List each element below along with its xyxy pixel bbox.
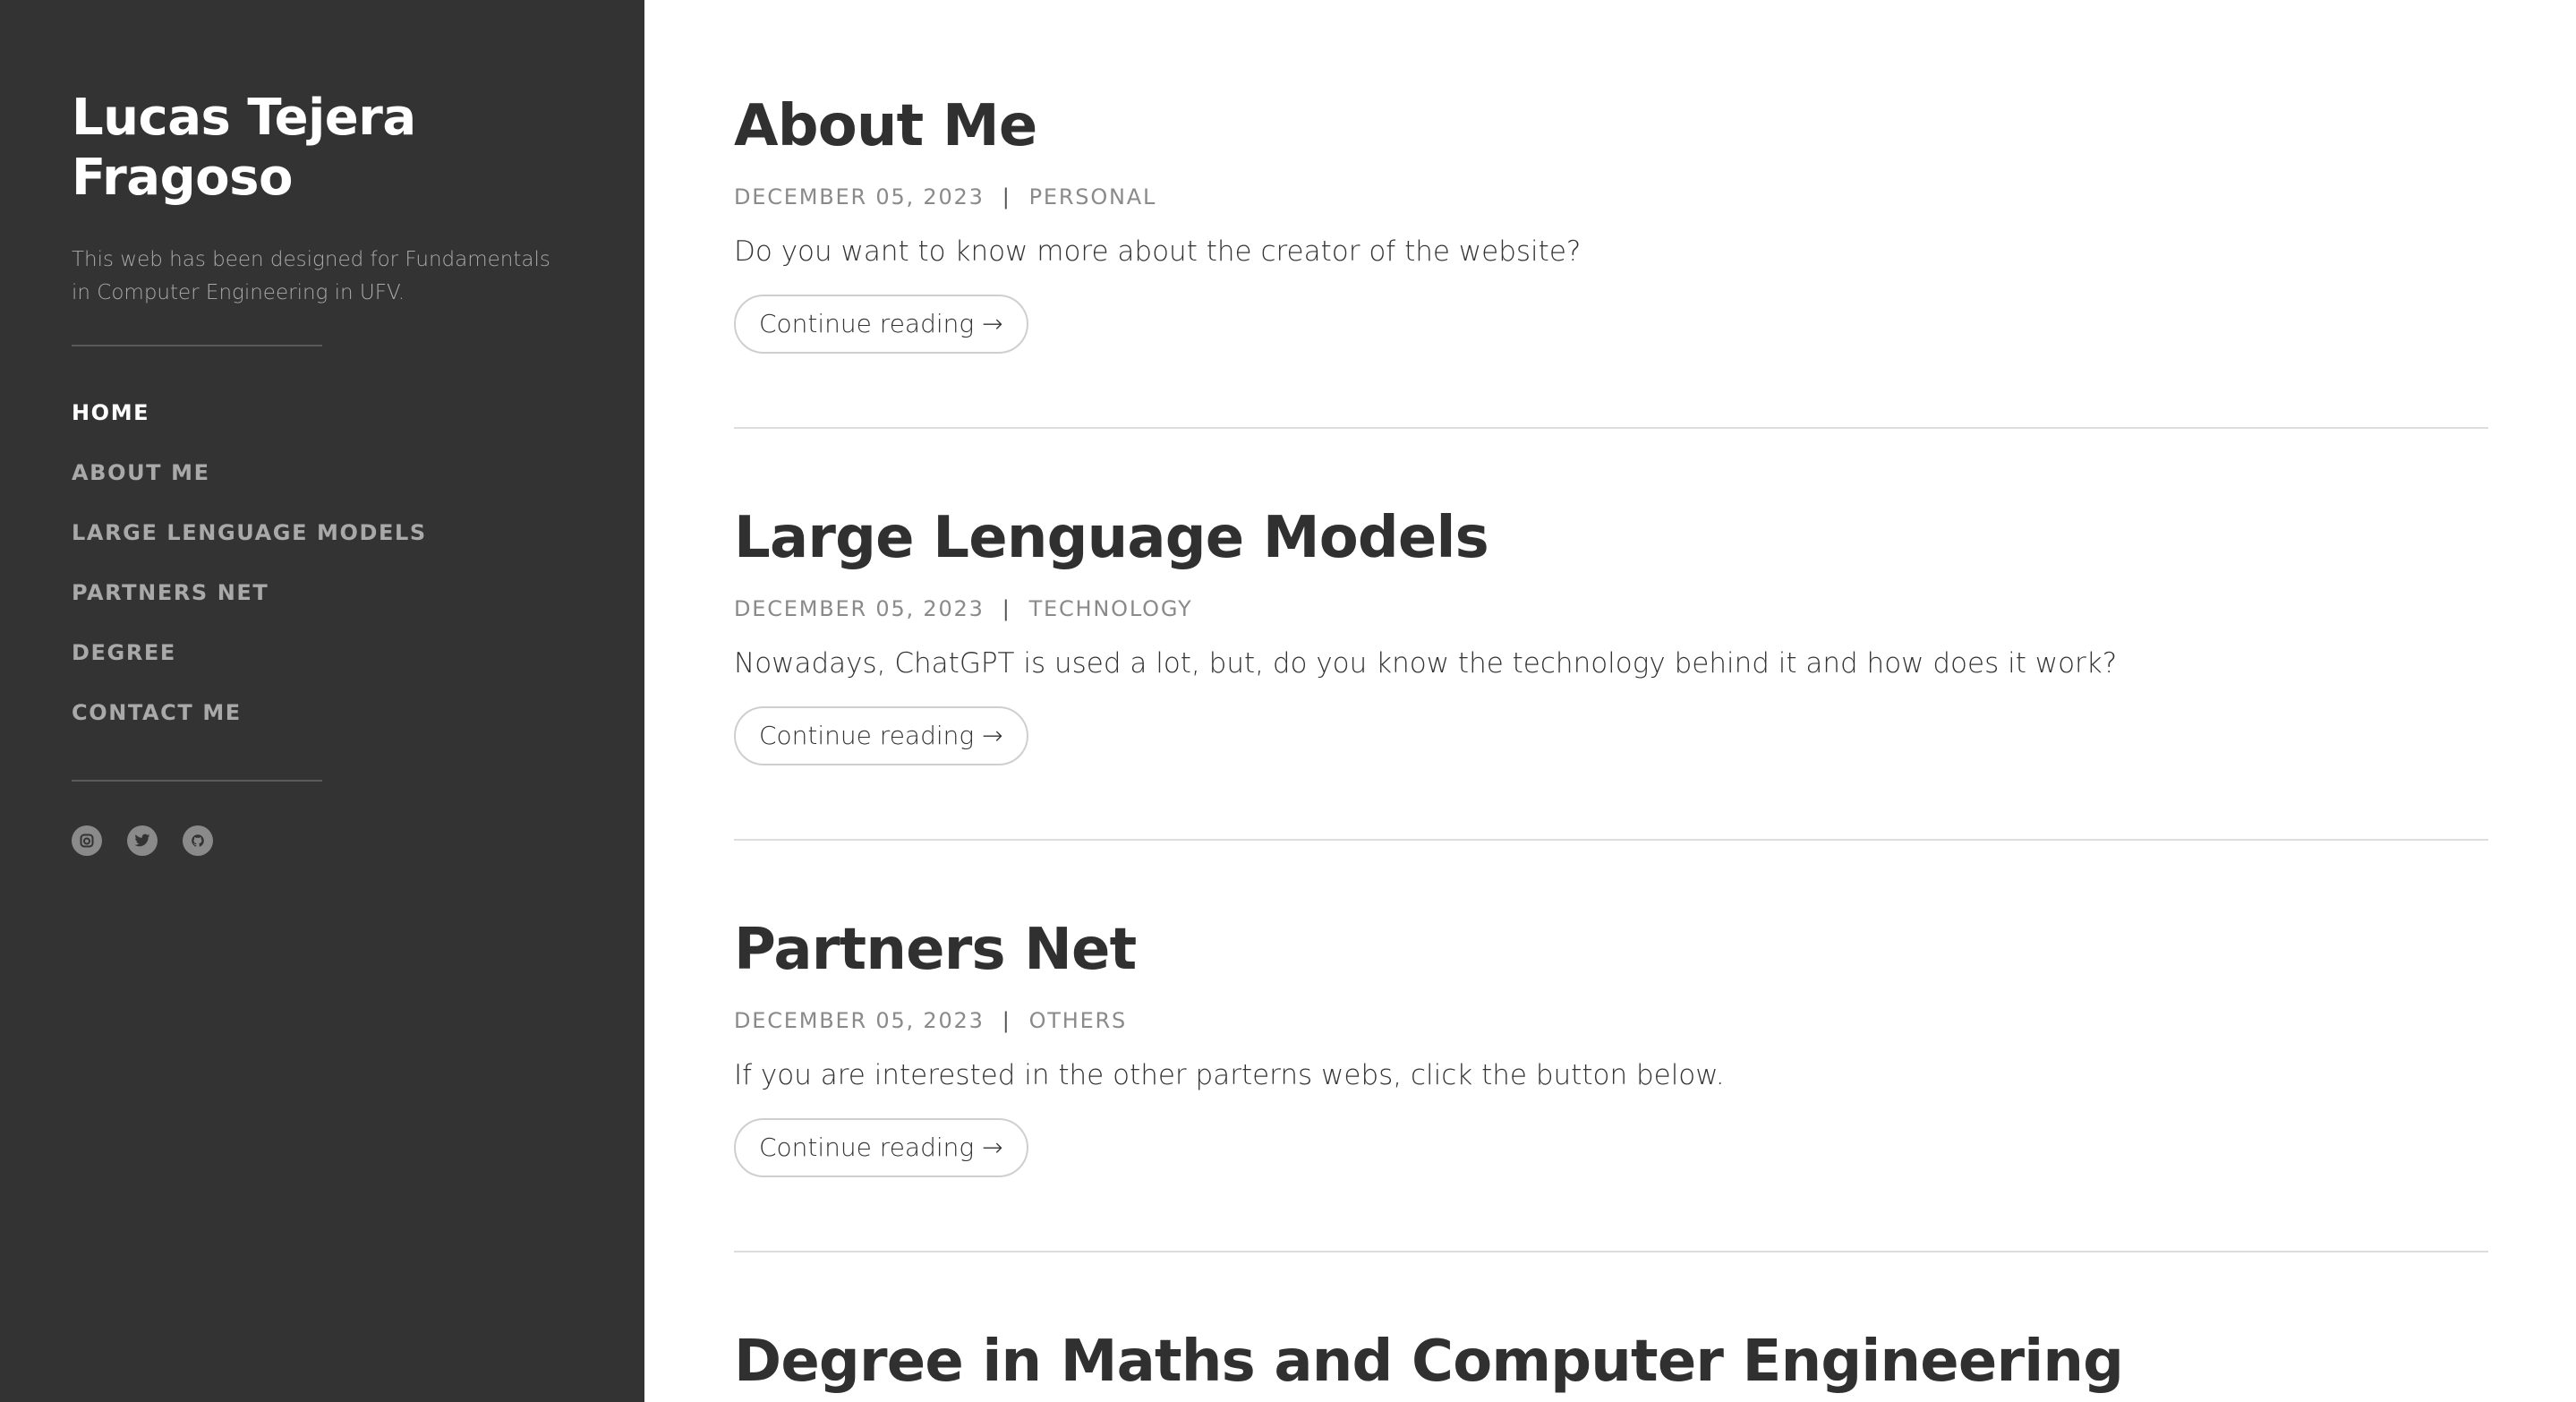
post-category[interactable]: OTHERS — [1029, 1008, 1127, 1033]
post-divider — [734, 839, 2488, 841]
nav-item-partners-net[interactable]: PARTNERS NET — [72, 575, 427, 635]
nav-link-contact-me[interactable]: CONTACT ME — [72, 700, 242, 725]
nav-item-large-lenguage-models[interactable]: LARGE LENGUAGE MODELS — [72, 515, 427, 575]
sidebar-nav: HOME ABOUT ME LARGE LENGUAGE MODELS PART… — [72, 395, 427, 755]
nav-item-home[interactable]: HOME — [72, 395, 427, 455]
nav-link-degree[interactable]: DEGREE — [72, 640, 176, 665]
post-divider — [734, 427, 2488, 429]
post-excerpt: Nowadays, ChatGPT is used a lot, but, do… — [734, 647, 2118, 680]
post-excerpt: Do you want to know more about the creat… — [734, 235, 1582, 268]
post-divider — [734, 1251, 2488, 1252]
social-links — [72, 825, 213, 856]
post-excerpt: If you are interested in the other parte… — [734, 1059, 1725, 1091]
post-title[interactable]: About Me — [734, 92, 1037, 160]
twitter-icon[interactable] — [127, 825, 158, 856]
nav-item-degree[interactable]: DEGREE — [72, 635, 427, 695]
meta-separator: | — [1002, 1008, 1011, 1033]
post-date: DECEMBER 05, 2023 — [734, 1008, 985, 1033]
post-category[interactable]: TECHNOLOGY — [1029, 596, 1193, 621]
site-title[interactable]: Lucas Tejera Fragoso — [72, 88, 573, 208]
github-icon[interactable] — [183, 825, 213, 856]
sidebar-divider-bottom — [72, 780, 322, 782]
post-title[interactable]: Degree in Maths and Computer Engineering — [734, 1328, 2124, 1396]
continue-reading-button[interactable]: Continue reading → — [734, 706, 1028, 765]
sidebar: Lucas Tejera Fragoso This web has been d… — [0, 0, 644, 1402]
post-meta: DECEMBER 05, 2023 | PERSONAL — [734, 182, 1156, 212]
nav-link-home[interactable]: HOME — [72, 400, 149, 425]
sidebar-divider-top — [72, 345, 322, 346]
meta-separator: | — [1002, 596, 1011, 621]
meta-separator: | — [1002, 184, 1011, 209]
nav-link-about-me[interactable]: ABOUT ME — [72, 460, 210, 485]
post-date: DECEMBER 05, 2023 — [734, 596, 985, 621]
post-category[interactable]: PERSONAL — [1029, 184, 1157, 209]
site-title-line1[interactable]: Lucas Tejera — [72, 89, 416, 147]
post-meta: DECEMBER 05, 2023 | TECHNOLOGY — [734, 594, 1193, 624]
nav-item-about-me[interactable]: ABOUT ME — [72, 455, 427, 515]
post-date: DECEMBER 05, 2023 — [734, 184, 985, 209]
continue-reading-button[interactable]: Continue reading → — [734, 1118, 1028, 1177]
nav-link-partners-net[interactable]: PARTNERS NET — [72, 580, 269, 605]
post-title[interactable]: Large Lenguage Models — [734, 504, 1489, 572]
continue-reading-button[interactable]: Continue reading → — [734, 295, 1028, 354]
nav-link-large-lenguage-models[interactable]: LARGE LENGUAGE MODELS — [72, 520, 427, 545]
post-title[interactable]: Partners Net — [734, 916, 1137, 984]
instagram-icon[interactable] — [72, 825, 102, 856]
site-description: This web has been designed for Fundament… — [72, 248, 550, 304]
post-meta: DECEMBER 05, 2023 | OTHERS — [734, 1005, 1127, 1036]
site-title-line2[interactable]: Fragoso — [72, 149, 293, 207]
nav-item-contact-me[interactable]: CONTACT ME — [72, 695, 427, 755]
post-list: About Me DECEMBER 05, 2023 | PERSONAL Do y… — [734, 0, 2488, 1402]
